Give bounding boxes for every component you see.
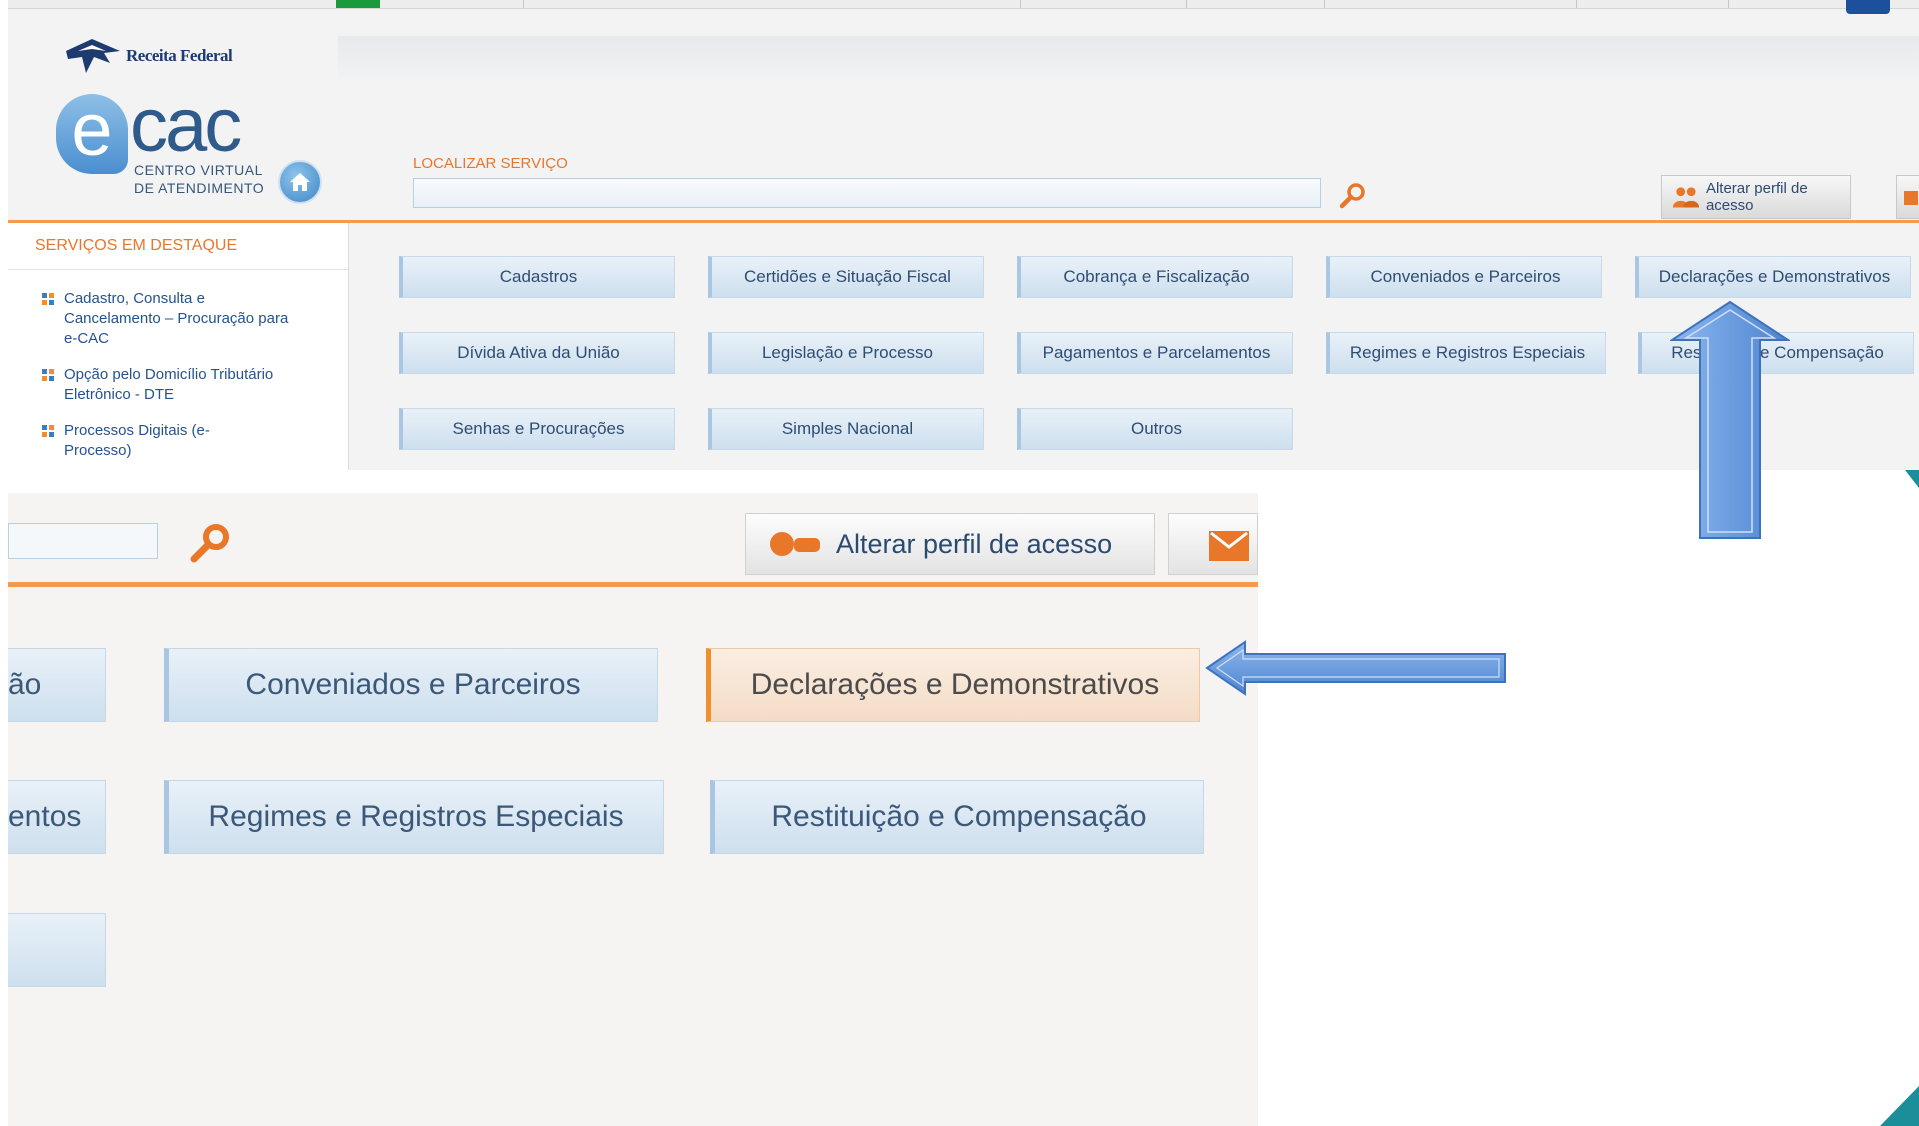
featured-item-label[interactable]: Processos Digitais (e-Processo) (64, 421, 224, 461)
brazil-flag-icon (336, 0, 380, 8)
zoom-menu-item-conveniados[interactable]: Conveniados e Parceiros (164, 648, 658, 722)
ecac-wordmark: cac (130, 83, 242, 168)
menu-item-legislacao[interactable]: Legislação e Processo (708, 332, 984, 374)
ecac-subtitle-line-1: CENTRO VIRTUAL (134, 162, 263, 178)
zoom-menu-item-partial[interactable]: entos (8, 780, 106, 854)
search-input[interactable] (413, 178, 1321, 208)
magnifier-icon (1339, 183, 1365, 209)
zoom-menu-item-regimes[interactable]: Regimes e Registros Especiais (164, 780, 664, 854)
zoom-menu-item-declaracoes[interactable]: Declarações e Demonstrativos (706, 648, 1200, 722)
receita-eagle-icon (66, 39, 120, 73)
ecac-subtitle-line-2: DE ATENDIMENTO (134, 180, 265, 196)
menu-item-cobranca[interactable]: Cobrança e Fiscalização (1017, 256, 1293, 298)
zoom-search-input[interactable] (8, 523, 158, 559)
home-button[interactable] (278, 160, 322, 204)
featured-item-label[interactable]: Opção pelo Domicílio Tributário Eletrôni… (64, 365, 294, 405)
receita-federal-logo[interactable]: Receita Federal (64, 36, 233, 76)
gov-bar-separator (1576, 0, 1577, 8)
org-name: Receita Federal (126, 46, 233, 65)
mail-icon (1209, 531, 1249, 561)
menu-item-outros[interactable]: Outros (1017, 408, 1293, 450)
menu-item-divida-ativa[interactable]: Dívida Ativa da União (399, 332, 675, 374)
zoom-orange-divider (8, 582, 1258, 587)
menu-item-simples[interactable]: Simples Nacional (708, 408, 984, 450)
menu-item-conveniados[interactable]: Conveniados e Parceiros (1326, 256, 1602, 298)
ecac-logo[interactable]: e cac CENTRO VIRTUAL DE ATENDIMENTO (56, 83, 296, 202)
users-icon (770, 532, 820, 556)
zoom-menu-item-partial-label: ão (8, 668, 42, 701)
zoom-menu-item-partial-label: entos (8, 800, 82, 833)
magnifier-icon (190, 524, 229, 563)
featured-divider (8, 269, 348, 270)
decorative-corner-icon (1905, 470, 1919, 488)
menu-item-certidoes[interactable]: Certidões e Situação Fiscal (708, 256, 984, 298)
featured-item[interactable]: Cadastro, Consulta e Cancelamento – Proc… (42, 289, 294, 349)
featured-item[interactable]: Opção pelo Domicílio Tributário Eletrôni… (42, 365, 294, 405)
zoomed-screenshot: Alterar perfil de acesso ão Conveniados … (8, 493, 1258, 1126)
ecac-portal-screenshot: Receita Federal e cac CENTRO VIRTUAL DE … (8, 0, 1919, 470)
gov-bar-separator (523, 0, 524, 8)
bullet-icon (42, 425, 54, 437)
bullet-icon (42, 369, 54, 381)
zoom-messages-button[interactable] (1168, 513, 1258, 575)
gov-bar-separator (1020, 0, 1021, 8)
menu-item-pagamentos[interactable]: Pagamentos e Parcelamentos (1017, 332, 1293, 374)
home-icon (290, 173, 310, 191)
mail-icon (1904, 191, 1918, 205)
gov-bar-separator (1186, 0, 1187, 8)
featured-services-panel: SERVIÇOS EM DESTAQUE Cadastro, Consulta … (8, 223, 349, 470)
ecac-e-mark: e (56, 93, 128, 174)
gov-bar-separator (1728, 0, 1729, 8)
gov-badge-icon[interactable] (1846, 0, 1890, 14)
menu-item-cadastros[interactable]: Cadastros (399, 256, 675, 298)
zoom-search-button[interactable] (186, 523, 236, 563)
menu-item-senhas[interactable]: Senhas e Procurações (399, 408, 675, 450)
search-label: LOCALIZAR SERVIÇO (413, 155, 568, 172)
users-icon (1672, 187, 1700, 208)
zoom-menu-item-partial[interactable] (8, 913, 106, 987)
featured-item[interactable]: Processos Digitais (e-Processo) (42, 421, 224, 461)
menu-item-regimes[interactable]: Regimes e Registros Especiais (1326, 332, 1606, 374)
annotation-arrow-left-icon (1205, 640, 1506, 696)
zoom-menu-item-partial[interactable]: ão (8, 648, 106, 722)
zoom-change-profile-label: Alterar perfil de acesso (836, 528, 1113, 559)
change-profile-label: Alterar perfil de acesso (1705, 180, 1808, 214)
change-profile-button[interactable]: Alterar perfil de acesso (1661, 175, 1851, 219)
messages-button[interactable] (1896, 175, 1919, 219)
featured-services-title: SERVIÇOS EM DESTAQUE (35, 237, 238, 254)
featured-item-label[interactable]: Cadastro, Consulta e Cancelamento – Proc… (64, 289, 294, 349)
zoom-menu-item-restituicao[interactable]: Restituição e Compensação (710, 780, 1204, 854)
gov-bar-separator (1324, 0, 1325, 8)
search-button[interactable] (1338, 182, 1368, 210)
zoom-change-profile-button[interactable]: Alterar perfil de acesso (745, 513, 1155, 575)
gov-top-bar (8, 0, 1919, 14)
menu-item-declaracoes[interactable]: Declarações e Demonstrativos (1635, 256, 1911, 298)
annotation-arrow-up-icon (1670, 300, 1790, 539)
bullet-icon (42, 293, 54, 305)
decorative-corner-icon (1880, 1086, 1919, 1126)
header-band (338, 36, 1919, 78)
